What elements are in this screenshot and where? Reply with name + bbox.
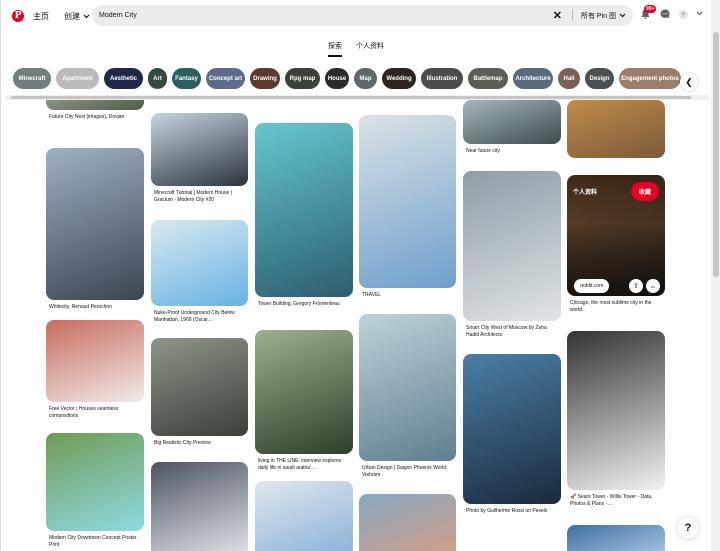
chevron-down-icon[interactable] <box>696 11 703 16</box>
pin-image[interactable] <box>359 494 456 551</box>
search-input[interactable] <box>99 12 553 19</box>
source-link[interactable]: reddit.com <box>574 279 610 293</box>
pin-caption: Photo by Guilherme Rossi on Pexels <box>466 508 548 514</box>
profile-dropdown[interactable]: 个人资料 <box>573 187 597 196</box>
search-scope-dropdown[interactable]: 所有 Pin 图 <box>581 11 626 21</box>
pin-caption: 🚀 Sears Tower - Willis Tower - Data, Pho… <box>570 494 653 507</box>
more-icon[interactable]: ••• <box>646 279 660 293</box>
chip-wedding[interactable]: Wedding <box>382 68 416 89</box>
pin-image[interactable] <box>567 100 665 158</box>
search-scope-label: 所有 Pin 图 <box>580 12 616 20</box>
pin-image[interactable] <box>151 220 248 306</box>
messages-icon[interactable] <box>660 9 670 19</box>
search-bar: ✕ 所有 Pin 图 <box>92 5 633 26</box>
chip-battlemap[interactable]: Battlemap <box>468 68 508 89</box>
chip-hall[interactable]: Hall <box>558 68 580 89</box>
horizontal-scroll-thumb[interactable] <box>11 96 691 99</box>
tab-explore[interactable]: 探索 <box>328 41 342 57</box>
pin-caption: Tower Building, Gregory Fromenteau <box>258 301 340 307</box>
pin-image[interactable] <box>151 462 248 551</box>
save-button[interactable]: 收藏 <box>630 182 659 201</box>
divider <box>571 10 573 21</box>
share-icon[interactable]: ⇧ <box>629 279 643 293</box>
pin-image[interactable] <box>567 525 665 551</box>
help-button[interactable]: ? <box>677 517 699 539</box>
pin-image[interactable] <box>46 100 144 110</box>
pin-caption: Smart City West of Moscow by Zaha Hadid … <box>466 325 547 338</box>
chip-minecraft[interactable]: Minecraft <box>13 68 51 89</box>
pin-image[interactable] <box>151 338 248 436</box>
pin-image[interactable] <box>359 115 456 288</box>
chevron-down-icon <box>83 14 90 18</box>
create-label: 创建 <box>64 11 80 21</box>
pin-caption: Modern City Downtown Concept Poster Prin… <box>49 535 137 548</box>
vertical-scrollbar[interactable] <box>711 0 720 551</box>
vertical-scroll-thumb[interactable] <box>713 32 719 277</box>
chip-aesthetic[interactable]: Aesthetic <box>104 68 143 89</box>
notification-badge: 99+ <box>644 5 657 13</box>
chip-design[interactable]: Design <box>585 68 614 89</box>
pin-image[interactable] <box>255 481 353 551</box>
pin-caption: Urban Design | Saigon Phoenix World, Vie… <box>362 465 448 478</box>
pin-image[interactable] <box>255 123 353 297</box>
pin-image[interactable] <box>359 314 456 461</box>
pin-image[interactable] <box>463 100 561 144</box>
pin-caption: Big Realistic City Preview <box>154 440 211 446</box>
pin-image[interactable] <box>255 330 353 454</box>
pin-grid: Future City Next (images), Dovjan Whiteci… <box>1 100 711 551</box>
pin-image[interactable] <box>46 148 144 300</box>
tab-profile[interactable]: 个人资料 <box>356 41 384 57</box>
pin-caption: Minecraft Tutorial | Modern House | Grac… <box>154 190 232 203</box>
chip-apartment[interactable]: Apartment <box>56 68 99 89</box>
top-header: P 主页 创建 ✕ 所有 Pin 图 99+ + <box>1 0 711 32</box>
pin-image[interactable] <box>46 320 144 402</box>
chip-concept-art[interactable]: Concept art <box>206 68 245 89</box>
chip-rpg-map[interactable]: Rpg map <box>285 68 320 89</box>
profile-tabs: 探索 个人资料 <box>1 41 711 57</box>
pin-caption: Free Vector | Houses seamless compositio… <box>49 406 119 419</box>
pin-caption: Future City Next (images), Dovjan <box>49 114 125 120</box>
pin-image[interactable] <box>463 171 561 321</box>
pin-image[interactable] <box>567 331 665 490</box>
chevron-left-icon[interactable]: ❮ <box>680 73 698 91</box>
chip-house[interactable]: House <box>325 68 349 89</box>
pin-image[interactable]: 个人资料 收藏 reddit.com ⇧ ••• <box>567 175 665 296</box>
pin-caption: Chicago, the most sublime city in the wo… <box>570 300 652 313</box>
chip-fantasy[interactable]: Fantasy <box>172 68 201 89</box>
pinterest-app: P 主页 创建 ✕ 所有 Pin 图 99+ + 探索 个人资料 Minecra… <box>0 0 720 551</box>
pin-caption: TRAVEL <box>362 292 382 298</box>
pinterest-logo-icon[interactable]: P <box>12 10 24 22</box>
pin-caption: Whitecity, Renaud Perochon <box>49 304 112 310</box>
pin-caption: living in THE LINE: interview explores d… <box>258 458 342 471</box>
chip-art[interactable]: Art <box>148 68 167 89</box>
chip-drawing[interactable]: Drawing <box>250 68 280 89</box>
pin-caption: Nuke-Proof Underground City Below Manhat… <box>154 310 235 323</box>
suggestion-chips: Minecraft Apartment Aesthetic Art Fantasy Con… <box>1 68 711 90</box>
clear-search-icon[interactable]: ✕ <box>553 9 562 22</box>
pin-image[interactable] <box>463 354 561 504</box>
chip-illustration[interactable]: Illustration <box>421 68 463 89</box>
chevron-down-icon <box>619 13 626 18</box>
home-link[interactable]: 主页 <box>33 11 49 22</box>
chip-engagement-photos[interactable]: Engagement photos <box>619 68 681 89</box>
pin-image[interactable] <box>46 433 144 531</box>
pin-caption: Near future city <box>466 148 500 154</box>
create-menu[interactable]: 创建 <box>64 11 90 22</box>
chip-architecture[interactable]: Architecture <box>513 68 553 89</box>
avatar[interactable]: + <box>679 10 688 19</box>
pin-image[interactable] <box>151 113 248 186</box>
chip-map[interactable]: Map <box>354 68 377 89</box>
